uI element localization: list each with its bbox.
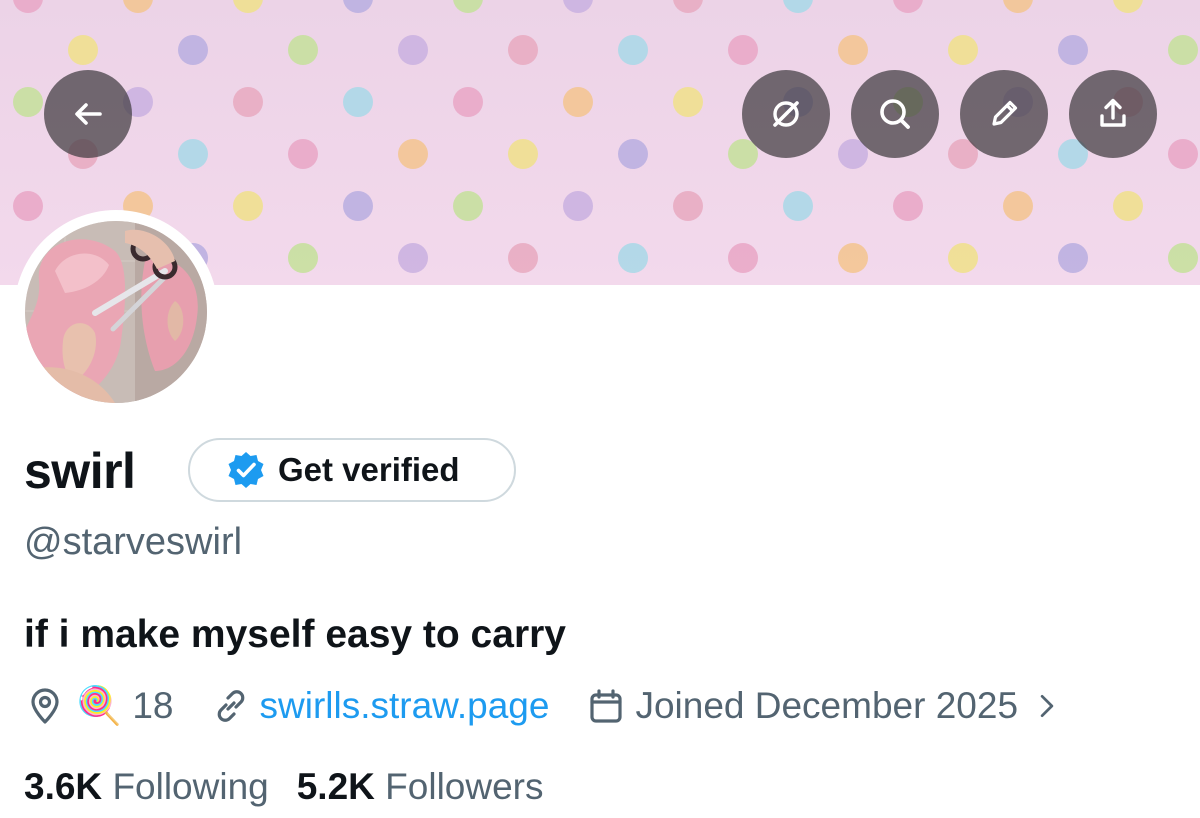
banner-dot	[233, 0, 263, 13]
banner-dot	[838, 35, 868, 65]
banner-dot	[178, 35, 208, 65]
search-button[interactable]	[851, 70, 939, 158]
display-name: swirl	[24, 443, 136, 499]
banner-dot	[948, 243, 978, 273]
banner-dot	[453, 0, 483, 13]
banner-dot	[948, 35, 978, 65]
get-verified-label: Get verified	[278, 451, 460, 488]
banner-dot	[1003, 191, 1033, 221]
banner-dot	[453, 87, 483, 117]
banner-dot	[1168, 139, 1198, 169]
avatar[interactable]	[25, 221, 207, 403]
banner-dot	[1058, 243, 1088, 273]
following-count: 3.6K	[24, 766, 113, 807]
user-handle: @starveswirl	[24, 521, 243, 563]
banner-dot	[673, 0, 703, 13]
website-link[interactable]: swirlls.straw.page	[260, 682, 550, 730]
banner-dot	[13, 191, 43, 221]
banner-dot	[893, 0, 923, 13]
profile-bio: if i make myself easy to carry	[24, 613, 566, 656]
banner-dot	[838, 243, 868, 273]
banner-dot	[398, 243, 428, 273]
avatar-frame[interactable]	[14, 210, 218, 414]
banner-dot	[508, 35, 538, 65]
banner-dot	[1168, 35, 1198, 65]
followers-link[interactable]: 5.2K Followers	[297, 763, 544, 811]
chevron-right-icon[interactable]	[1030, 689, 1064, 723]
banner-dot	[1113, 0, 1143, 13]
banner-dot	[288, 35, 318, 65]
banner-dot	[1113, 191, 1143, 221]
banner-dot	[783, 0, 813, 13]
back-button[interactable]	[44, 70, 132, 158]
banner-dot	[563, 0, 593, 13]
verified-badge-icon	[228, 452, 264, 488]
banner-dot	[563, 191, 593, 221]
followers-count: 5.2K	[296, 766, 386, 807]
banner-dot	[618, 139, 648, 169]
banner-dot	[1058, 35, 1088, 65]
banner-dot	[1003, 0, 1033, 13]
banner-dot	[618, 35, 648, 65]
banner-dot	[508, 139, 538, 169]
banner-dot	[13, 0, 43, 13]
banner-dot	[728, 35, 758, 65]
banner-dot	[68, 35, 98, 65]
grok-icon	[773, 101, 799, 127]
banner-dot	[343, 191, 373, 221]
location-text: 🍭 18	[76, 685, 174, 726]
banner-dot	[618, 243, 648, 273]
banner-dot	[178, 139, 208, 169]
banner-dot	[233, 191, 263, 221]
banner-dot	[288, 243, 318, 273]
share-icon	[1100, 98, 1126, 127]
grok-button[interactable]	[742, 70, 830, 158]
following-link[interactable]: 3.6K Following	[24, 763, 269, 811]
share-button[interactable]	[1069, 70, 1157, 158]
followers-label: Followers	[385, 766, 544, 807]
banner-dot	[288, 139, 318, 169]
banner-dot	[1168, 243, 1198, 273]
banner-dot	[398, 139, 428, 169]
banner-dot	[783, 191, 813, 221]
location-pin-icon	[31, 688, 59, 724]
banner-dot	[453, 191, 483, 221]
edit-button[interactable]	[960, 70, 1048, 158]
get-verified-button[interactable]: Get verified	[188, 438, 516, 502]
follow-counts: 3.6K Following 5.2K Followers	[24, 763, 544, 811]
banner-dot	[563, 87, 593, 117]
joined-date: Joined December 2025	[635, 685, 1019, 726]
banner-dot	[728, 243, 758, 273]
profile-page: swirl Get verified @starveswirl if i mak…	[0, 0, 1200, 818]
arrow-left-icon	[75, 103, 102, 125]
banner-dot	[343, 0, 373, 13]
banner-dot	[123, 0, 153, 13]
banner-dot	[893, 191, 923, 221]
banner-dot	[398, 35, 428, 65]
search-icon	[880, 99, 910, 129]
avatar-photo	[25, 221, 207, 403]
banner-dot	[673, 191, 703, 221]
banner-dot	[233, 87, 263, 117]
banner-dot	[673, 87, 703, 117]
banner-dot	[508, 243, 538, 273]
pencil-icon	[992, 100, 1018, 126]
profile-meta-row: 🍭 18 swirlls.straw.page Joined December …	[24, 682, 1064, 730]
banner-dot	[343, 87, 373, 117]
following-label: Following	[112, 766, 269, 807]
banner-dot	[13, 87, 43, 117]
link-icon	[217, 690, 244, 722]
calendar-icon	[590, 689, 623, 723]
